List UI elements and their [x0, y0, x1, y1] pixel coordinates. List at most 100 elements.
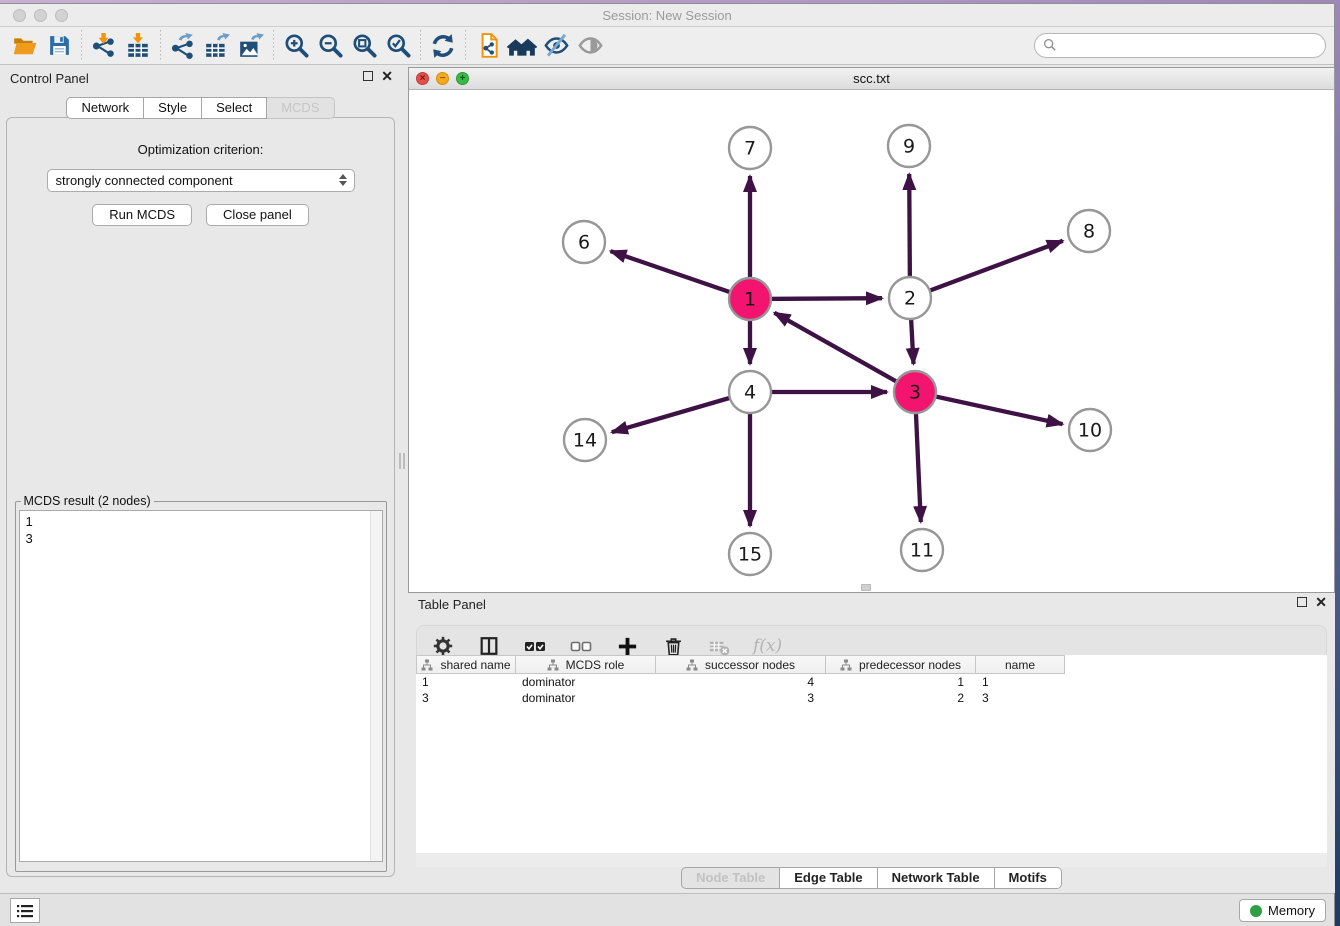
criterion-dropdown[interactable]: strongly connected component	[47, 169, 355, 192]
node-10[interactable]: 10	[1069, 409, 1111, 451]
open-session-icon[interactable]	[8, 30, 42, 62]
tab-edge-table[interactable]: Edge Table	[780, 867, 877, 889]
cell-MCDS-role[interactable]: dominator	[516, 674, 656, 690]
tab-node-table[interactable]: Node Table	[681, 867, 780, 889]
apply-layout-icon[interactable]	[426, 30, 460, 62]
svg-text:11: 11	[910, 540, 934, 562]
export-network-icon[interactable]	[166, 30, 200, 62]
zoom-fit-icon[interactable]	[347, 30, 381, 62]
node-7[interactable]: 7	[729, 127, 771, 169]
status-bar: Memory	[0, 893, 1334, 926]
tab-mcds[interactable]: MCDS	[267, 97, 334, 119]
window-title: Session: New Session	[0, 4, 1334, 27]
panel-splitter-handle[interactable]	[399, 453, 405, 469]
svg-text:7: 7	[744, 138, 756, 160]
table-row[interactable]: 1dominator411	[416, 674, 1327, 690]
table-row[interactable]: 3dominator323	[416, 690, 1327, 706]
node-11[interactable]: 11	[901, 529, 943, 571]
column-header-name[interactable]: name	[976, 655, 1065, 674]
apply-function-icon[interactable]: f(x)	[753, 636, 782, 656]
cell-name[interactable]: 1	[976, 674, 1065, 690]
result-line: 1	[26, 513, 382, 530]
network-minimize-button[interactable]: −	[436, 72, 449, 85]
node-4[interactable]: 4	[729, 371, 771, 413]
table-panel-title: Table Panel	[418, 597, 486, 612]
svg-text:8: 8	[1083, 221, 1095, 243]
svg-text:2: 2	[904, 288, 916, 310]
table-close-panel-icon[interactable]: ✕	[1315, 597, 1327, 607]
task-history-button[interactable]	[10, 898, 40, 923]
table-float-panel-icon[interactable]	[1297, 597, 1307, 607]
edge-3-1[interactable]	[774, 313, 915, 392]
home-icon[interactable]	[505, 30, 539, 62]
node-3[interactable]: 3	[894, 371, 936, 413]
network-canvas[interactable]: 7 9 6 8 1 2 4 3 14 10 15 11	[409, 90, 1334, 592]
export-image-icon[interactable]	[234, 30, 268, 62]
search-input[interactable]	[1034, 33, 1326, 58]
network-close-button[interactable]: ×	[416, 72, 429, 85]
edge-3-10[interactable]	[915, 392, 1063, 424]
node-1[interactable]: 1	[729, 278, 771, 320]
save-session-icon[interactable]	[42, 30, 76, 62]
node-table: shared nameMCDS rolesuccessor nodesprede…	[416, 655, 1327, 853]
node-9[interactable]: 9	[888, 125, 930, 167]
memory-label: Memory	[1268, 903, 1315, 918]
column-header-successor-nodes[interactable]: successor nodes	[656, 655, 826, 674]
float-panel-icon[interactable]	[363, 71, 373, 81]
tab-network[interactable]: Network	[66, 97, 144, 119]
run-mcds-button[interactable]: Run MCDS	[92, 204, 192, 226]
svg-text:14: 14	[573, 430, 597, 452]
zoom-out-icon[interactable]	[313, 30, 347, 62]
column-header-MCDS-role[interactable]: MCDS role	[516, 655, 656, 674]
table-tabs: Node TableEdge TableNetwork TableMotifs	[408, 867, 1335, 889]
maximize-window-button[interactable]	[55, 9, 68, 22]
export-table-icon[interactable]	[200, 30, 234, 62]
node-15[interactable]: 15	[729, 533, 771, 575]
cell-shared-name[interactable]: 1	[416, 674, 516, 690]
node-14[interactable]: 14	[564, 419, 606, 461]
cell-MCDS-role[interactable]: dominator	[516, 690, 656, 706]
cell-predecessor-nodes[interactable]: 2	[826, 690, 976, 706]
edge-2-8[interactable]	[910, 241, 1063, 298]
node-6[interactable]: 6	[563, 221, 605, 263]
share-network-icon[interactable]	[471, 30, 505, 62]
control-panel: Control Panel ✕ NetworkStyleSelectMCDS O…	[0, 67, 401, 879]
tab-network-table[interactable]: Network Table	[878, 867, 995, 889]
column-header-shared-name[interactable]: shared name	[416, 655, 516, 674]
tab-select[interactable]: Select	[202, 97, 267, 119]
cell-predecessor-nodes[interactable]: 1	[826, 674, 976, 690]
result-line: 3	[26, 530, 382, 547]
column-header-predecessor-nodes[interactable]: predecessor nodes	[826, 655, 976, 674]
mcds-result-fieldset: MCDS result (2 nodes) 13	[15, 494, 387, 872]
import-table-icon[interactable]	[121, 30, 155, 62]
table-scroll-strip[interactable]	[416, 853, 1327, 867]
zoom-in-icon[interactable]	[279, 30, 313, 62]
chevron-updown-icon	[339, 174, 347, 186]
close-window-button[interactable]	[13, 9, 26, 22]
cell-name[interactable]: 3	[976, 690, 1065, 706]
close-panel-icon[interactable]: ✕	[381, 71, 393, 81]
node-8[interactable]: 8	[1068, 210, 1110, 252]
show-graphics-icon[interactable]	[573, 30, 607, 62]
tab-style[interactable]: Style	[144, 97, 202, 119]
cell-successor-nodes[interactable]: 3	[656, 690, 826, 706]
tab-motifs[interactable]: Motifs	[995, 867, 1062, 889]
node-2[interactable]: 2	[889, 277, 931, 319]
network-view-window: × − + scc.txt 7968124314101511	[408, 67, 1335, 593]
criterion-value: strongly connected component	[56, 173, 233, 188]
mcds-result-list[interactable]: 13	[19, 510, 383, 862]
zoom-selected-icon[interactable]	[381, 30, 415, 62]
canvas-scrollbar-thumb[interactable]	[861, 584, 871, 591]
minimize-window-button[interactable]	[34, 9, 47, 22]
cell-successor-nodes[interactable]: 4	[656, 674, 826, 690]
mcds-pane: Optimization criterion: strongly connect…	[6, 117, 395, 877]
cell-shared-name[interactable]: 3	[416, 690, 516, 706]
result-scrollbar[interactable]	[370, 511, 382, 861]
import-network-icon[interactable]	[87, 30, 121, 62]
svg-text:9: 9	[903, 136, 915, 158]
memory-button[interactable]: Memory	[1239, 899, 1326, 922]
close-panel-button[interactable]: Close panel	[206, 204, 309, 226]
hide-annotations-icon[interactable]	[539, 30, 573, 62]
network-zoom-button[interactable]: +	[456, 72, 469, 85]
control-panel-tabs: NetworkStyleSelectMCDS	[0, 97, 401, 119]
